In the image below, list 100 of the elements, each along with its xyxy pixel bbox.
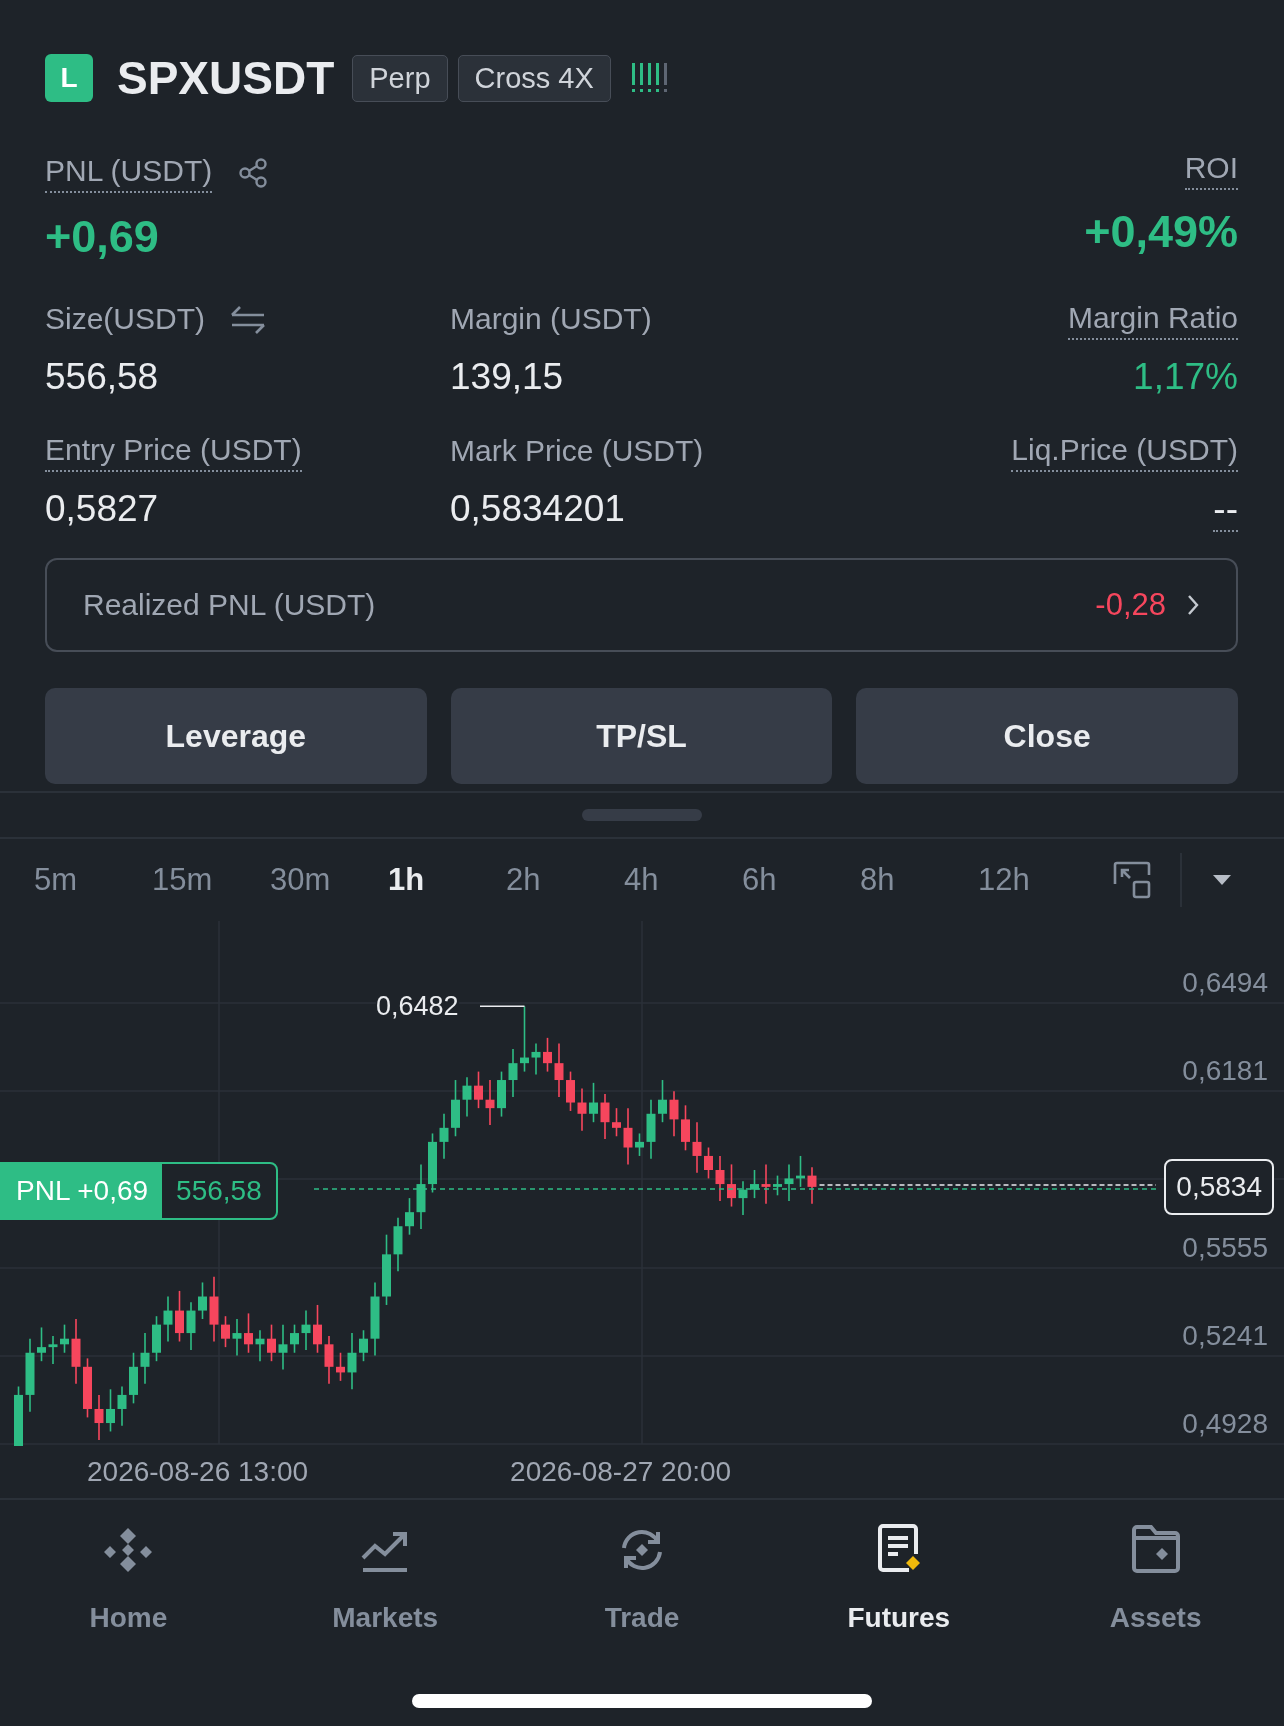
candle (186, 1301, 196, 1351)
pnl-value: +0,69 (45, 211, 160, 263)
candle (796, 1155, 805, 1188)
roi-value: +0,49% (1084, 206, 1238, 258)
time-axis-label: 2026-08-26 13:00 (87, 1456, 309, 1488)
action-button[interactable]: Close (856, 688, 1238, 784)
candle (221, 1315, 230, 1348)
tag: Perp (352, 54, 448, 102)
stat-label: Margin Ratio (1067, 300, 1238, 340)
chevron-right-icon (1186, 593, 1200, 617)
symbol-title: SPXUSDT (117, 51, 335, 105)
candle (646, 1098, 656, 1160)
candle (106, 1388, 115, 1433)
candle (681, 1104, 690, 1152)
candle (497, 1070, 506, 1118)
candle (612, 1107, 621, 1138)
candle (336, 1351, 345, 1382)
timeframe-tab[interactable]: 2h (506, 862, 624, 898)
stat-value: -- (1213, 488, 1238, 532)
candle (543, 1037, 552, 1073)
candle (773, 1174, 782, 1197)
candle (405, 1197, 414, 1236)
candle (600, 1093, 610, 1140)
price-axis-label: 0,5555 (1182, 1232, 1268, 1264)
candle (313, 1304, 322, 1354)
timeframe-tab[interactable]: 4h (624, 862, 742, 898)
stat-label: Liq.Price (USDT) (1011, 432, 1238, 472)
stat-value: 556,58 (45, 356, 160, 398)
candle (658, 1079, 667, 1123)
timeframe-tab[interactable]: 15m (152, 862, 270, 898)
action-button[interactable]: Leverage (45, 688, 427, 784)
timeframe-tab[interactable]: 8h (860, 862, 978, 898)
candle (462, 1076, 472, 1118)
candle (324, 1335, 334, 1385)
candle (531, 1042, 541, 1076)
drag-handle[interactable] (582, 809, 702, 821)
nav-tab[interactable]: Markets (256, 1520, 514, 1634)
realized-pnl-label: Realized PNL (USDT) (83, 588, 377, 622)
candle (290, 1323, 299, 1354)
roi-label: ROI (1184, 151, 1238, 190)
candle (37, 1326, 46, 1362)
action-button[interactable]: TP/SL (450, 688, 833, 784)
timeframe-tab[interactable]: 1h (388, 862, 506, 898)
fullscreen-icon[interactable] (1112, 860, 1152, 900)
candle (738, 1180, 748, 1216)
stat-value: 0,5834201 (450, 488, 626, 530)
candle (163, 1295, 173, 1343)
candle (554, 1042, 564, 1098)
stat-value: 139,15 (450, 356, 565, 398)
adl-indicator-icon (630, 61, 669, 95)
candle (71, 1318, 81, 1385)
candle (474, 1070, 483, 1109)
candle (244, 1312, 253, 1354)
candle (94, 1394, 104, 1441)
candle (727, 1163, 736, 1208)
candle (439, 1112, 449, 1160)
candle (278, 1323, 288, 1371)
stat-label: Entry Price (USDT) (45, 432, 302, 472)
candle (692, 1121, 702, 1174)
caret-icon[interactable] (1212, 873, 1232, 887)
nav-tab[interactable]: Home (0, 1520, 257, 1634)
realized-pnl-row[interactable]: Realized PNL (USDT) -0,28 (45, 558, 1238, 652)
candle (347, 1332, 357, 1391)
pnl-label: PNL (USDT) (45, 153, 213, 193)
candle (255, 1329, 265, 1362)
candle (784, 1163, 794, 1202)
nav-tab[interactable]: Assets (1027, 1520, 1284, 1634)
timeframe-tab[interactable]: 6h (742, 862, 860, 898)
candle (359, 1329, 368, 1362)
candle (704, 1146, 713, 1180)
candle (140, 1332, 150, 1385)
candle (520, 1005, 529, 1073)
candle (198, 1281, 207, 1320)
timeframe-tab[interactable]: 12h (978, 862, 1096, 898)
time-axis-label: 2026-08-27 20:00 (510, 1456, 732, 1488)
nav-tab[interactable]: Futures (770, 1520, 1028, 1634)
candle (669, 1090, 679, 1138)
price-axis-label: 0,4928 (1182, 1408, 1268, 1440)
candle (83, 1357, 92, 1419)
position-tag[interactable]: PNL +0,69 556,58 (0, 1162, 278, 1220)
price-axis-label: 0,5241 (1182, 1320, 1268, 1352)
candle (152, 1315, 161, 1362)
current-price-tag: 0,5834 (1164, 1159, 1274, 1215)
candle (416, 1163, 426, 1230)
leader-line (479, 1005, 526, 1008)
timeframe-tab[interactable]: 30m (270, 862, 388, 898)
candle (232, 1318, 242, 1357)
nav-tab[interactable]: Trade (513, 1520, 771, 1634)
candle (393, 1217, 403, 1272)
timeframe-tab[interactable]: 5m (34, 862, 152, 898)
candle (14, 1385, 23, 1446)
swap-icon[interactable] (229, 304, 267, 336)
candle (715, 1155, 725, 1202)
candle (175, 1290, 184, 1343)
candle (117, 1385, 127, 1427)
candle (267, 1323, 276, 1362)
candle (508, 1048, 518, 1098)
position-size: 556,58 (175, 1174, 263, 1208)
candle (566, 1070, 575, 1112)
stat-value: 1,17% (1133, 356, 1238, 398)
